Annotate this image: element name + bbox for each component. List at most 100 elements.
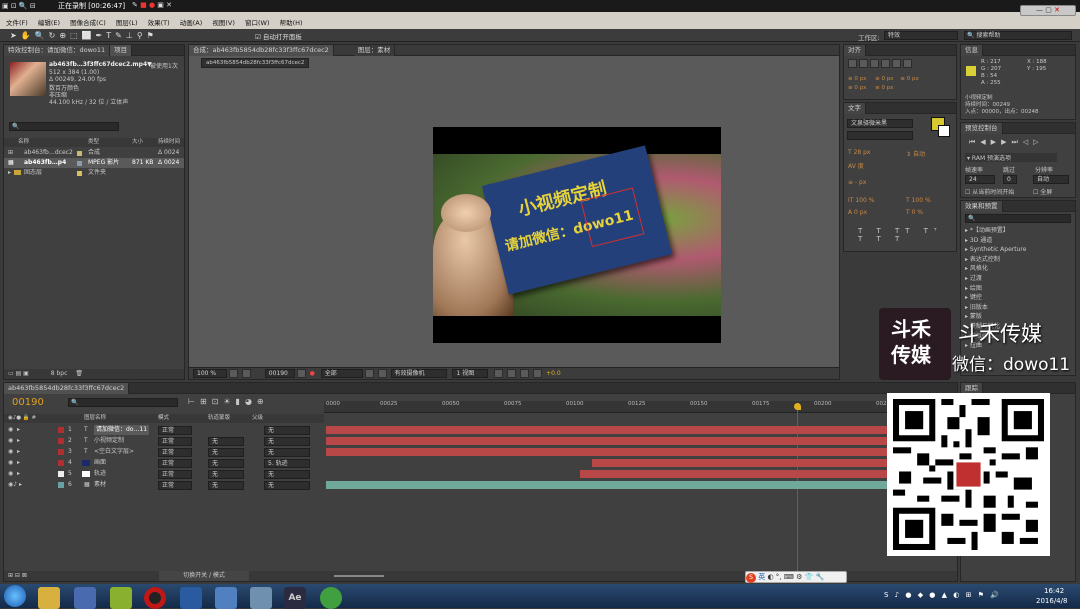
tab-effect-controls[interactable]: 特效控制台：请加微信：dowo11 [4,45,111,56]
zoom-slider[interactable] [334,575,384,577]
layer-row[interactable]: ◉ ▸ 4 画面 正常 无 5. 轨迹 [4,458,324,468]
label-color[interactable] [58,460,64,466]
word-icon[interactable] [180,587,202,609]
exposure-icon[interactable] [533,369,543,378]
leading-field[interactable]: ⇕ 自动 [906,149,925,158]
resolution-select[interactable]: 全部 [320,369,363,378]
layer-parent-select[interactable]: 5. 轨迹 [264,459,310,468]
layer-mode-select[interactable]: 正常 [158,437,192,446]
label-color[interactable] [58,449,64,455]
font-style-select[interactable] [847,131,913,140]
grid-icon[interactable] [241,369,251,378]
layer-mode-select[interactable]: 正常 [158,448,192,457]
skip-field[interactable]: 0 [1003,175,1017,184]
tool-icons[interactable]: ➤✋🔍↻⊕⬚⬜✒T✎⊥⚲⚑ [10,31,158,40]
label-color[interactable] [58,427,64,433]
label-color[interactable] [58,438,64,444]
menu-composition[interactable]: 图像合成(C) [70,19,106,27]
menu-layer[interactable]: 图层(L) [116,19,138,27]
ram-preview-options[interactable]: ▾ RAM 预演选项 [965,153,1057,162]
font-size-field[interactable]: T 28 px [848,149,870,156]
browser-icon[interactable] [320,587,342,609]
window-icon[interactable] [250,587,272,609]
indent-fields[interactable]: ≡ 0 px ≡ 0 px ≡ 0 px ≡ 0 px ≡ 0 px [848,75,919,93]
timeline-timecode[interactable]: 00190 [12,397,44,408]
layer-mode-select[interactable]: 正常 [158,470,192,479]
explorer-icon[interactable] [38,587,60,609]
align-buttons[interactable] [848,59,954,69]
layer-row[interactable]: ◉ ▸ 5 轨迹 正常 无 无 [4,469,324,479]
label-color[interactable] [58,482,64,488]
tab-layer[interactable]: 图层：素材 [353,45,396,56]
recorder-icon[interactable] [144,587,166,609]
bpc-label[interactable]: 8 bpc [51,370,68,377]
transparency-icon[interactable] [377,369,387,378]
layer-trkmat-select[interactable]: 无 [208,448,244,457]
exposure-value[interactable]: +0.0 [546,370,561,377]
tab-preview[interactable]: 预览控制台 [961,123,1003,134]
vertical-scale-field[interactable]: IT 100 % [848,197,874,204]
clock-time[interactable]: 16:42 [1044,587,1064,595]
trash-icon[interactable]: 🗑 [75,370,83,377]
after-effects-icon[interactable]: Ae [284,587,306,609]
tab-align[interactable]: 对齐 [844,45,866,56]
menu-effect[interactable]: 效果(T) [148,19,170,27]
project-search-input[interactable]: 🔍 [9,122,119,131]
font-select[interactable]: 文泉驿微米黑 [847,119,913,128]
layer-trkmat-select[interactable]: 无 [208,459,244,468]
clock-date[interactable]: 2016/4/8 [1036,597,1067,605]
layer-row[interactable]: ◉ ▸ 1 T 请加微信：do…11 正常 无 [4,425,324,435]
recorder-controls[interactable]: ▣ ⊡ 🔍 ⊟ [2,2,36,10]
text-style-buttons[interactable]: T T TT Tᵀ T T T [858,227,956,243]
stroke-color-swatch[interactable] [938,125,950,137]
effect-category[interactable]: ▸ 3D 通道 [965,236,1026,246]
flowchart-icon[interactable] [507,369,517,378]
tsume-field[interactable]: T 0 % [906,209,923,216]
roi-icon[interactable] [364,369,374,378]
layer-row[interactable]: ◉ ▸ 3 T <空白文字层> 正常 无 无 [4,447,324,457]
layer-bar[interactable] [592,459,924,467]
res-select[interactable]: 自动 [1033,175,1069,184]
layer-parent-select[interactable]: 无 [264,437,310,446]
tab-text[interactable]: 文字 [844,103,866,114]
layer-parent-select[interactable]: 无 [264,448,310,457]
effect-category[interactable]: ▸ Synthetic Aperture [965,245,1026,255]
toggle-icon[interactable] [494,369,504,378]
menu-animation[interactable]: 动画(A) [180,19,203,27]
tab-info[interactable]: 信息 [961,45,983,56]
fullscreen-checkbox[interactable]: ☐ 全屏 [1033,187,1052,196]
effect-category[interactable]: ▸ 键控 [965,293,1026,303]
baseline-field[interactable]: A 0 px [848,209,867,216]
zoom-select[interactable]: 100 % [193,369,227,378]
layer-bar[interactable] [326,437,924,445]
menu-help[interactable]: 帮助(H) [280,19,303,27]
from-current-checkbox[interactable]: ☐ 从当前时间开始 [965,187,1014,196]
ime-toolbar[interactable]: S 英 ◐ °, ⌨ ⚙ 👕 🔧 [745,571,847,583]
effect-category[interactable]: ▸ 旧版本 [965,303,1026,313]
window-buttons[interactable]: — ▢ ✕ [1020,5,1076,16]
effect-category[interactable]: ▸ 绘图 [965,284,1026,294]
tab-timeline[interactable]: ab463fb5854db28fc33f3ffc67dcec2 [4,383,130,394]
auto-open-checkbox[interactable]: ☑ 自动打开面板 [255,31,302,41]
layer-bar[interactable] [326,426,924,434]
camera-select[interactable]: 有效摄像机 [390,369,447,378]
layer-mode-select[interactable]: 正常 [158,426,192,435]
current-time[interactable]: 00190 [264,369,295,378]
color-icon[interactable]: ● [310,370,315,377]
layer-bar[interactable] [326,448,924,456]
tab-effects[interactable]: 效果和预置 [961,201,1003,212]
layer-row[interactable]: ◉♪ ▸ 6 ▦ 素材 正常 无 无 [4,480,324,490]
effect-category[interactable]: ▸ *【动画预置】 [965,226,1026,236]
effect-category[interactable]: ▸ 过渡 [965,274,1026,284]
timeline-search-input[interactable]: 🔍 [68,398,178,407]
record-buttons[interactable]: ✎ ■ ● ▣ ✕ [132,1,172,9]
project-item-comp[interactable]: ⊞ ab463fb…dcec2 合成 Δ 0024 [4,148,184,158]
ime-mode[interactable]: 英 [758,573,765,581]
layer-trkmat-select[interactable]: 无 [208,437,244,446]
safe-area-icon[interactable] [228,369,238,378]
effect-category[interactable]: ▸ 表达式控制 [965,255,1026,265]
layer-row[interactable]: ◉ ▸ 2 T 小视频定制 正常 无 无 [4,436,324,446]
camera-icon[interactable] [296,369,306,378]
footer-icons[interactable]: ⊞ ⊟ ⊠ [8,571,27,581]
switch-modes-toggle[interactable]: 切换开关 / 模式 [159,571,249,581]
